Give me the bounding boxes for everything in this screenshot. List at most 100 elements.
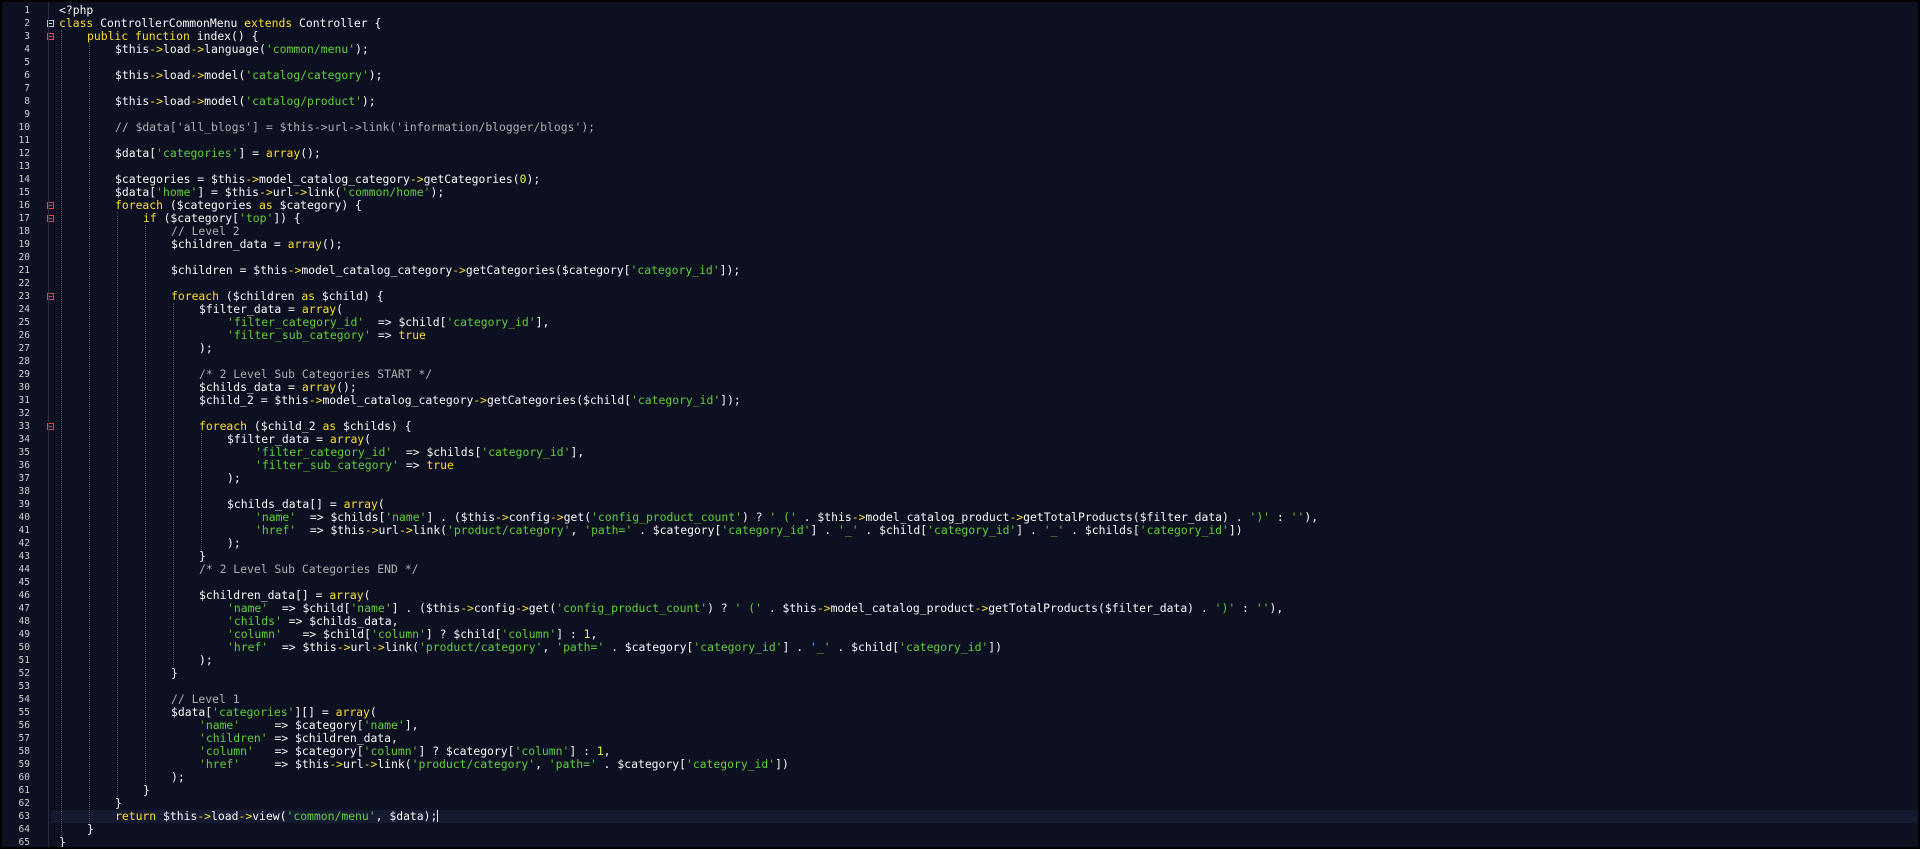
gutter-line: 16 bbox=[2, 199, 54, 212]
indent-guide bbox=[89, 43, 90, 823]
line-number-gutter[interactable]: 1 2 3 4 5 6 7 8 9 10 11 12 13 14 15 16 17 18 19 20 21 22 23 24 2… bbox=[2, 2, 54, 847]
code-line[interactable]: } bbox=[59, 667, 178, 680]
code-line[interactable]: /* 2 Level Sub Categories END */ bbox=[59, 563, 418, 576]
code-line[interactable]: $this->load->model('catalog/product'); bbox=[59, 95, 376, 108]
gutter-line: 57 bbox=[2, 732, 48, 745]
gutter-line: 28 bbox=[2, 355, 48, 368]
code-line[interactable]: 'href' => $this->url->link('product/cate… bbox=[59, 758, 789, 771]
gutter-line: 14 bbox=[2, 173, 48, 186]
line-number: 47 bbox=[18, 603, 30, 614]
line-number: 34 bbox=[18, 434, 30, 445]
gutter-line: 17 bbox=[2, 212, 54, 225]
gutter-line: 50 bbox=[2, 641, 48, 654]
code-line[interactable]: $this->load->language('common/menu'); bbox=[59, 43, 369, 56]
gutter-line: 34 bbox=[2, 433, 48, 446]
line-number: 40 bbox=[18, 512, 30, 523]
gutter-line: 10 bbox=[2, 121, 48, 134]
line-number: 58 bbox=[18, 746, 30, 757]
line-number: 4 bbox=[24, 44, 30, 55]
line-number: 64 bbox=[18, 824, 30, 835]
gutter-line: 24 bbox=[2, 303, 48, 316]
line-number: 45 bbox=[18, 577, 30, 588]
gutter-line: 4 bbox=[2, 43, 48, 56]
code-line[interactable]: } bbox=[59, 836, 66, 848]
line-number: 57 bbox=[18, 733, 30, 744]
line-number: 53 bbox=[18, 681, 30, 692]
gutter-line: 59 bbox=[2, 758, 48, 771]
line-number: 12 bbox=[18, 148, 30, 159]
gutter-line: 62 bbox=[2, 797, 48, 810]
line-number: 6 bbox=[24, 70, 30, 81]
code-line[interactable]: } bbox=[59, 550, 206, 563]
gutter-line: 58 bbox=[2, 745, 48, 758]
line-number: 25 bbox=[18, 317, 30, 328]
gutter-line: 21 bbox=[2, 264, 48, 277]
gutter-line: 37 bbox=[2, 472, 48, 485]
code-area[interactable]: <?php class ControllerCommonMenu extends … bbox=[51, 2, 1918, 848]
gutter-line: 31 bbox=[2, 394, 48, 407]
indent-guide bbox=[61, 30, 62, 836]
gutter-line: 64 bbox=[2, 823, 48, 836]
code-line[interactable]: $children = $this->model_catalog_categor… bbox=[59, 264, 740, 277]
line-number: 49 bbox=[18, 629, 30, 640]
code-line[interactable]: } bbox=[59, 797, 122, 810]
line-number: 17 bbox=[18, 213, 30, 224]
gutter-line: 65 bbox=[2, 836, 48, 847]
gutter-line: 38 bbox=[2, 485, 48, 498]
line-number: 11 bbox=[18, 135, 30, 146]
code-line[interactable]: ); bbox=[59, 342, 213, 355]
line-number: 18 bbox=[18, 226, 30, 237]
gutter-separator bbox=[48, 2, 49, 847]
line-number: 5 bbox=[24, 57, 30, 68]
gutter-line: 39 bbox=[2, 498, 48, 511]
gutter-line: 11 bbox=[2, 134, 48, 147]
line-number: 29 bbox=[18, 369, 30, 380]
line-number: 33 bbox=[18, 421, 30, 432]
code-editor[interactable]: 1 2 3 4 5 6 7 8 9 10 11 12 13 14 15 16 17 18 19 20 21 22 23 24 2… bbox=[2, 2, 1918, 847]
line-number: 39 bbox=[18, 499, 30, 510]
code-line[interactable]: 'filter_sub_category' => true bbox=[59, 459, 454, 472]
line-number: 59 bbox=[18, 759, 30, 770]
code-line[interactable]: $child_2 = $this->model_catalog_category… bbox=[59, 394, 741, 407]
current-code-line[interactable]: return $this->load->view('common/menu', … bbox=[51, 810, 1918, 823]
code-line[interactable]: ); bbox=[59, 472, 241, 485]
line-number: 48 bbox=[18, 616, 30, 627]
gutter-line: 32 bbox=[2, 407, 48, 420]
indent-guide bbox=[173, 303, 174, 667]
code-line[interactable]: ); bbox=[59, 771, 185, 784]
line-number: 31 bbox=[18, 395, 30, 406]
line-number: 26 bbox=[18, 330, 30, 341]
code-line[interactable]: $this->load->model('catalog/category'); bbox=[59, 69, 383, 82]
code-line[interactable]: } bbox=[59, 784, 150, 797]
line-number: 62 bbox=[18, 798, 30, 809]
line-number: 36 bbox=[18, 460, 30, 471]
line-number: 42 bbox=[18, 538, 30, 549]
gutter-line: 8 bbox=[2, 95, 48, 108]
code-line[interactable]: // $data['all_blogs'] = $this->url->link… bbox=[59, 121, 595, 134]
gutter-line: 56 bbox=[2, 719, 48, 732]
gutter-line: 3 bbox=[2, 30, 54, 43]
line-number: 60 bbox=[18, 772, 30, 783]
gutter-line: 49 bbox=[2, 628, 48, 641]
gutter-line: 6 bbox=[2, 69, 48, 82]
gutter-line: 33 bbox=[2, 420, 54, 433]
code-line[interactable]: ); bbox=[59, 654, 213, 667]
gutter-line: 26 bbox=[2, 329, 48, 342]
line-number: 50 bbox=[18, 642, 30, 653]
line-number: 19 bbox=[18, 239, 30, 250]
gutter-line: 45 bbox=[2, 576, 48, 589]
line-number: 7 bbox=[24, 83, 30, 94]
line-number: 37 bbox=[18, 473, 30, 484]
indent-guide bbox=[201, 433, 202, 550]
line-number: 41 bbox=[18, 525, 30, 536]
line-number: 44 bbox=[18, 564, 30, 575]
gutter-line: 5 bbox=[2, 56, 48, 69]
code-line[interactable]: 'filter_sub_category' => true bbox=[59, 329, 426, 342]
line-number: 52 bbox=[18, 668, 30, 679]
code-line[interactable]: $data['categories'] = array(); bbox=[59, 147, 321, 160]
line-number: 23 bbox=[18, 291, 30, 302]
gutter-line: 42 bbox=[2, 537, 48, 550]
gutter-line: 19 bbox=[2, 238, 48, 251]
code-line[interactable]: ); bbox=[59, 537, 241, 550]
code-line[interactable]: $children_data = array(); bbox=[59, 238, 342, 251]
